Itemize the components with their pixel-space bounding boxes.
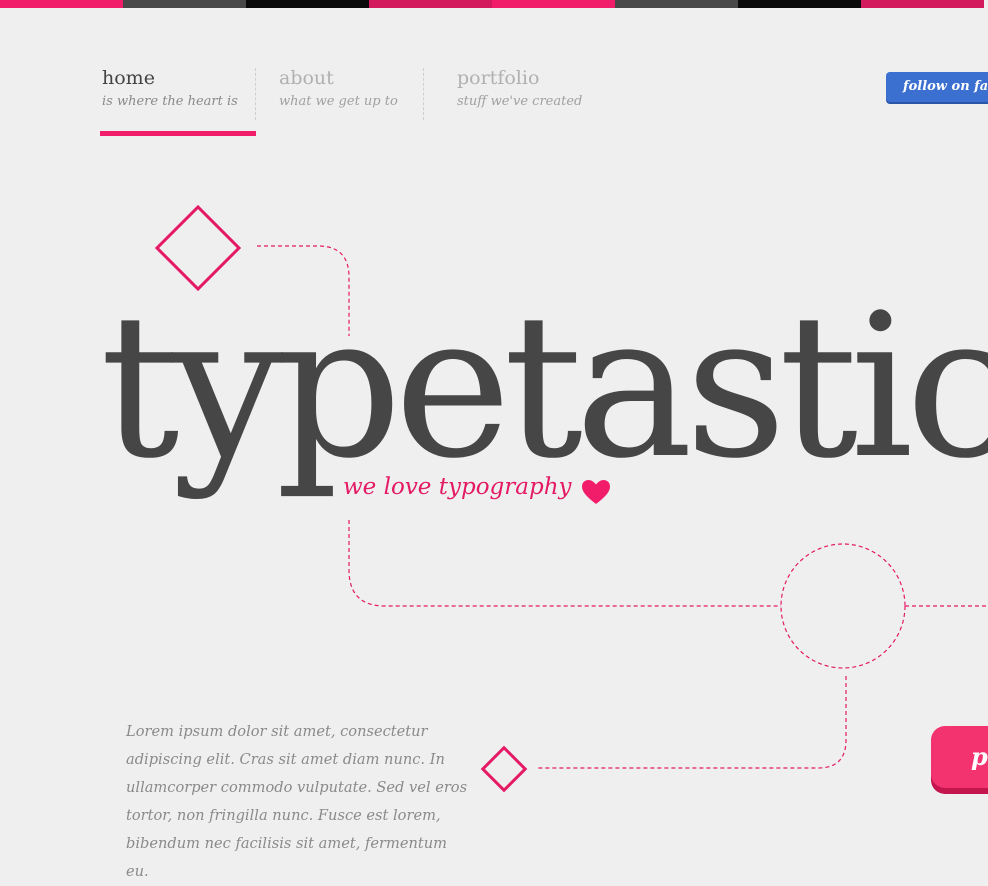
dashed-connector-middle [348,520,781,607]
hero-tagline: we love typography [343,474,572,500]
intro-paragraph: Lorem ipsum dolor sit amet, consectetur … [126,722,468,880]
dashed-connector-bottom [536,676,847,769]
diamond-bottom-shape [480,745,528,793]
dashed-circle-shape [780,543,906,669]
heart-icon [582,480,610,504]
cta-button[interactable]: p [931,726,988,788]
